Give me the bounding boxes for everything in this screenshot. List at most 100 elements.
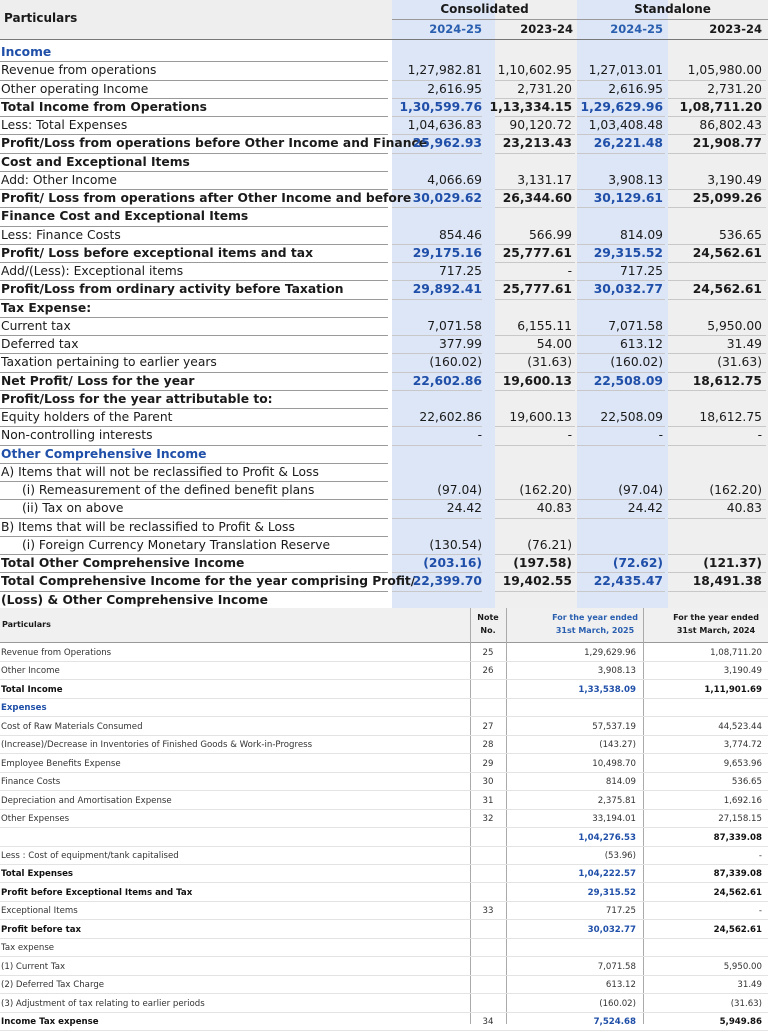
value-cell: - — [658, 428, 663, 443]
value-cell: 29,315.52 — [587, 887, 636, 898]
value-cell: 22,435.47 — [593, 574, 663, 589]
value-cell: 814.09 — [619, 227, 663, 242]
value-cell: 22,602.86 — [419, 410, 482, 424]
value-cell: (97.04) — [618, 483, 663, 497]
value-cell: 1,29,629.96 — [584, 648, 636, 658]
table-row: Other Income 26 3,908.13 3,190.49 — [0, 662, 768, 681]
value-cell: (31.63) — [730, 998, 762, 1009]
header-bottom-line — [0, 39, 768, 40]
table-row: Equity holders of the Parent 22,602.86 19,… — [0, 409, 768, 427]
row-label: Profit/Loss from operations before Other… — [1, 136, 428, 151]
table-row: Finance Costs 30 814.09 536.65 — [0, 773, 768, 792]
table-row: Total Other Comprehensive Income (203.16)… — [0, 555, 768, 573]
table-row: Net Profit/ Loss for the year 22,602.86 19… — [0, 373, 768, 391]
value-cell: 30,029.62 — [412, 191, 482, 205]
value-cell: 1,27,982.81 — [407, 63, 482, 78]
table-row: Profit/Loss from ordinary activity befor… — [0, 281, 768, 299]
table-row: Employee Benefits Expense 29 10,498.70 9,65… — [0, 755, 768, 773]
table-row: Less: Total Expenses 1,04,636.83 90,120.72… — [0, 117, 768, 135]
value-cell: 1,08,711.20 — [710, 648, 762, 658]
row-label: Total Comprehensive Income for the year … — [1, 574, 416, 589]
value-cell: 717.25 — [438, 264, 482, 278]
value-cell: 3,908.13 — [608, 172, 663, 187]
note-number: 29 — [482, 758, 494, 769]
year-header: 2024-25 — [610, 22, 663, 36]
value-cell: 25,777.61 — [502, 282, 572, 297]
note-number: 31 — [482, 795, 494, 806]
value-cell: 1,04,222.57 — [578, 869, 636, 880]
row-label: Profit/ Loss before exceptional items an… — [1, 245, 314, 260]
row-label: Employee Benefits Expense — [1, 758, 121, 769]
value-cell: 30,032.77 — [587, 924, 636, 935]
table-row: 1,04,276.53 87,339.08 — [0, 829, 768, 847]
row-label: Expenses — [1, 703, 47, 714]
value-cell: 86,802.43 — [699, 118, 762, 132]
row-label: Taxation pertaining to earlier years — [1, 355, 217, 370]
row-label: Less : Cost of equipment/tank capitalise… — [1, 850, 179, 861]
value-cell: 31.49 — [737, 980, 762, 991]
value-cell: 9,653.96 — [723, 758, 762, 769]
row-label: (2) Deferred Tax Charge — [1, 980, 105, 991]
value-cell: 1,27,013.01 — [588, 63, 663, 78]
value-cell: 26,221.48 — [593, 136, 663, 151]
table-row: Total Income 1,33,538.09 1,11,901.69 — [0, 681, 768, 699]
fy2024-header-line2: 31st March, 2024 — [676, 626, 756, 635]
value-cell: 7,071.58 — [427, 318, 482, 333]
table-row: Deferred tax 377.99 54.00 613.12 31.49 — [0, 336, 768, 354]
table-row: Other Comprehensive Income — [0, 446, 768, 464]
fy2025-header-line1: For the year ended — [552, 613, 638, 622]
value-cell: - — [758, 906, 762, 917]
consolidated-standalone-table: Particulars Consolidated Standalone 2024… — [0, 0, 768, 610]
header-divider — [392, 19, 768, 20]
value-cell: - — [567, 264, 572, 278]
year-header: 2023-24 — [520, 22, 573, 36]
table-row: Taxation pertaining to earlier years (160… — [0, 354, 768, 372]
table-row: Profit before Exceptional Items and Tax 2… — [0, 884, 768, 902]
row-label: Less: Total Expenses — [1, 118, 128, 132]
row-label: (Increase)/Decrease in Inventories of Fi… — [1, 740, 313, 751]
row-label: Profit before tax — [1, 924, 82, 935]
row-label: Finance Cost and Exceptional Items — [1, 209, 249, 224]
value-cell: 1,08,711.20 — [679, 99, 762, 114]
value-cell: 24,562.61 — [692, 245, 762, 260]
value-cell: 25,099.26 — [692, 191, 762, 205]
row-label: Add/(Less): Exceptional items — [1, 264, 184, 278]
value-cell: 30,032.77 — [593, 282, 663, 297]
fy2025-header-line2: 31st March, 2025 — [555, 626, 635, 635]
value-cell: 717.25 — [619, 264, 663, 278]
note-number: 28 — [482, 740, 494, 751]
table-row: Tax Expense: — [0, 300, 768, 318]
value-cell: 1,05,980.00 — [687, 63, 762, 78]
value-cell: 1,10,602.95 — [497, 63, 572, 78]
value-cell: 19,600.13 — [509, 410, 572, 424]
row-label: (i) Foreign Currency Monetary Translatio… — [22, 537, 331, 552]
table-row: (Increase)/Decrease in Inventories of Fi… — [0, 736, 768, 755]
particulars-header: Particulars — [4, 11, 78, 25]
value-cell: 1,03,408.48 — [588, 118, 663, 132]
value-cell: (160.02) — [429, 355, 482, 370]
value-cell: (203.16) — [423, 556, 482, 570]
value-cell: 3,774.72 — [723, 740, 762, 751]
table-row: (1) Current Tax 7,071.58 5,950.00 — [0, 958, 768, 976]
table-row: Total Expenses 1,04,222.57 87,339.08 — [0, 865, 768, 884]
table-row: Depreciation and Amortisation Expense 31 2… — [0, 792, 768, 810]
table-row: Profit before tax 30,032.77 24,562.61 — [0, 921, 768, 939]
value-cell: (160.02) — [599, 998, 636, 1009]
value-cell: 25,777.61 — [502, 245, 572, 260]
row-label: Other Income — [1, 666, 60, 677]
table-row: A) Items that will not be reclassified t… — [0, 464, 768, 482]
value-cell: 21,908.77 — [692, 136, 762, 151]
table-row: Less : Cost of equipment/tank capitalise… — [0, 847, 768, 865]
value-cell: 24,562.61 — [692, 282, 762, 297]
row-label: Total Expenses — [1, 869, 74, 880]
value-cell: - — [567, 428, 572, 443]
row-label: Exceptional Items — [1, 906, 78, 917]
value-cell: 1,29,629.96 — [580, 99, 663, 114]
table-row: Cost and Exceptional Items — [0, 154, 768, 172]
value-cell: 90,120.72 — [509, 118, 572, 132]
row-label: Tax Expense: — [1, 300, 92, 315]
value-cell: 54.00 — [536, 337, 572, 351]
value-cell: 2,375.81 — [597, 795, 636, 806]
value-cell: (97.04) — [437, 483, 482, 497]
value-cell: (72.62) — [612, 556, 663, 570]
